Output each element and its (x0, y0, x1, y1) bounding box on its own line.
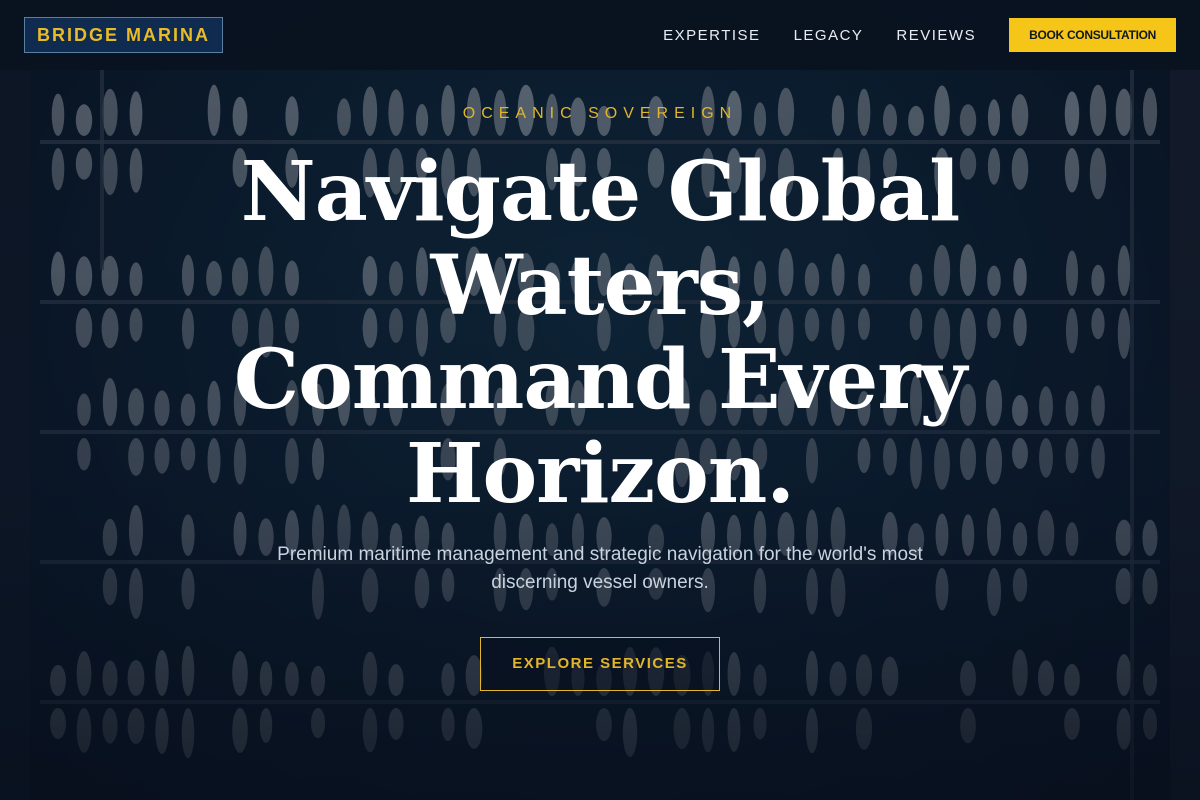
nav-link-legacy[interactable]: LEGACY (794, 27, 864, 44)
site-header: BRIDGE MARINA EXPERTISE LEGACY REVIEWS B… (0, 0, 1200, 70)
brand-logo[interactable]: BRIDGE MARINA (24, 17, 223, 53)
explore-services-button[interactable]: EXPLORE SERVICES (480, 637, 720, 691)
hero-subtitle: Premium maritime management and strategi… (277, 544, 923, 593)
hero-eyebrow: OCEANIC SOVEREIGN (462, 105, 738, 122)
main-nav: EXPERTISE LEGACY REVIEWS BOOK CONSULTATI… (663, 18, 1176, 52)
hero-section: OCEANIC SOVEREIGN Navigate Global Waters… (0, 70, 1200, 800)
hero-headline: Navigate Global Waters, Command Every Ho… (233, 144, 967, 522)
nav-link-reviews[interactable]: REVIEWS (896, 27, 976, 44)
book-consultation-button[interactable]: BOOK CONSULTATION (1009, 18, 1176, 52)
nav-link-expertise[interactable]: EXPERTISE (663, 27, 760, 44)
